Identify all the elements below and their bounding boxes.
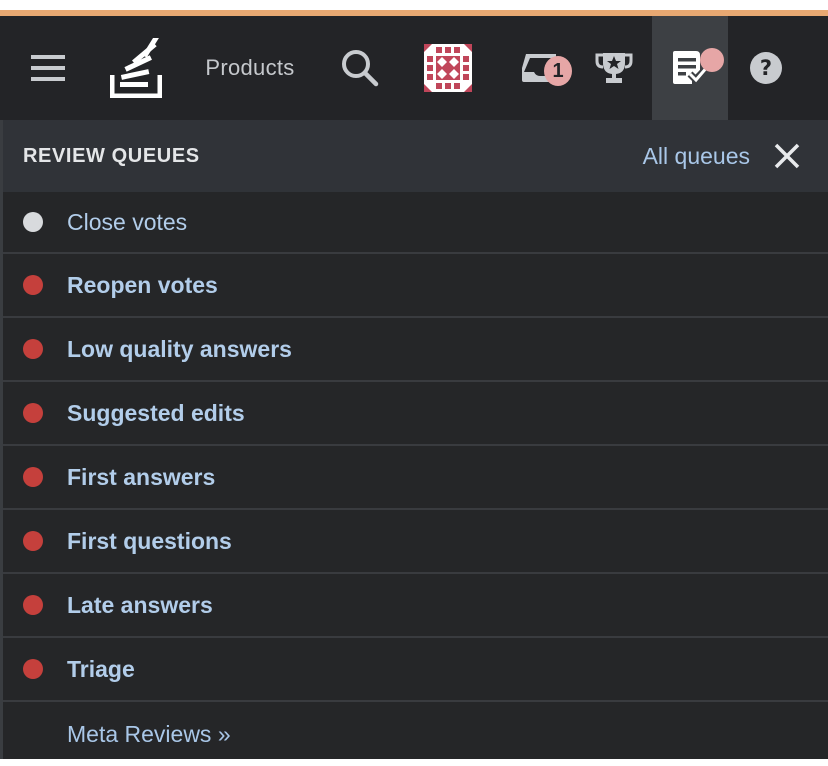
queue-label: Reopen votes bbox=[67, 271, 218, 298]
status-dot-active bbox=[23, 467, 43, 487]
status-dot-active bbox=[23, 403, 43, 423]
trophy-icon bbox=[595, 53, 633, 83]
queue-label: Late answers bbox=[67, 591, 213, 618]
close-icon bbox=[774, 143, 800, 169]
help-button[interactable]: ? bbox=[740, 16, 792, 120]
queue-label: Close votes bbox=[67, 208, 188, 235]
menu-button[interactable] bbox=[22, 16, 74, 120]
meta-reviews-label: Meta Reviews » bbox=[67, 720, 231, 747]
all-queues-link[interactable]: All queues bbox=[643, 143, 750, 170]
products-link[interactable]: Products bbox=[190, 16, 310, 120]
status-dot-active bbox=[23, 339, 43, 359]
panel-title: REVIEW QUEUES bbox=[23, 144, 200, 167]
user-avatar[interactable] bbox=[418, 16, 478, 120]
queue-label: Triage bbox=[67, 655, 135, 682]
status-dot-active bbox=[23, 595, 43, 615]
site-logo[interactable] bbox=[104, 16, 168, 120]
stack-overflow-logo-icon bbox=[110, 38, 162, 98]
queue-item-low-quality-answers[interactable]: Low quality answers bbox=[3, 318, 828, 382]
queue-item-late-answers[interactable]: Late answers bbox=[3, 574, 828, 638]
achievements-button[interactable] bbox=[588, 16, 640, 120]
queue-item-triage[interactable]: Triage bbox=[3, 638, 828, 702]
hamburger-menu-icon bbox=[31, 55, 65, 81]
queue-item-close-votes[interactable]: Close votes bbox=[3, 192, 828, 254]
review-queues-panel: REVIEW QUEUES All queues Close votes Reo… bbox=[0, 120, 828, 759]
status-dot-active bbox=[23, 659, 43, 679]
panel-header: REVIEW QUEUES All queues bbox=[3, 120, 828, 192]
queue-item-first-questions[interactable]: First questions bbox=[3, 510, 828, 574]
user-avatar-identicon bbox=[424, 44, 472, 92]
queue-list: Close votes Reopen votes Low quality ans… bbox=[3, 192, 828, 702]
queue-item-suggested-edits[interactable]: Suggested edits bbox=[3, 382, 828, 446]
status-dot-active bbox=[23, 275, 43, 295]
queue-label: Low quality answers bbox=[67, 335, 292, 362]
meta-reviews-link[interactable]: Meta Reviews » bbox=[3, 702, 828, 766]
browser-top-strip bbox=[0, 0, 828, 10]
queue-item-first-answers[interactable]: First answers bbox=[3, 446, 828, 510]
close-button[interactable] bbox=[772, 141, 802, 171]
search-icon bbox=[342, 50, 379, 87]
review-notification-dot bbox=[700, 48, 724, 72]
search-button[interactable] bbox=[334, 16, 386, 120]
inbox-count-badge: 1 bbox=[544, 56, 572, 86]
help-icon: ? bbox=[750, 52, 782, 84]
top-bar: Products 1 ? bbox=[0, 16, 828, 120]
queue-label: First questions bbox=[67, 527, 232, 554]
svg-text:?: ? bbox=[760, 56, 772, 80]
queue-label: Suggested edits bbox=[67, 399, 245, 426]
status-dot-active bbox=[23, 531, 43, 551]
queue-label: First answers bbox=[67, 463, 216, 490]
queue-item-reopen-votes[interactable]: Reopen votes bbox=[3, 254, 828, 318]
status-dot-idle bbox=[23, 212, 43, 232]
